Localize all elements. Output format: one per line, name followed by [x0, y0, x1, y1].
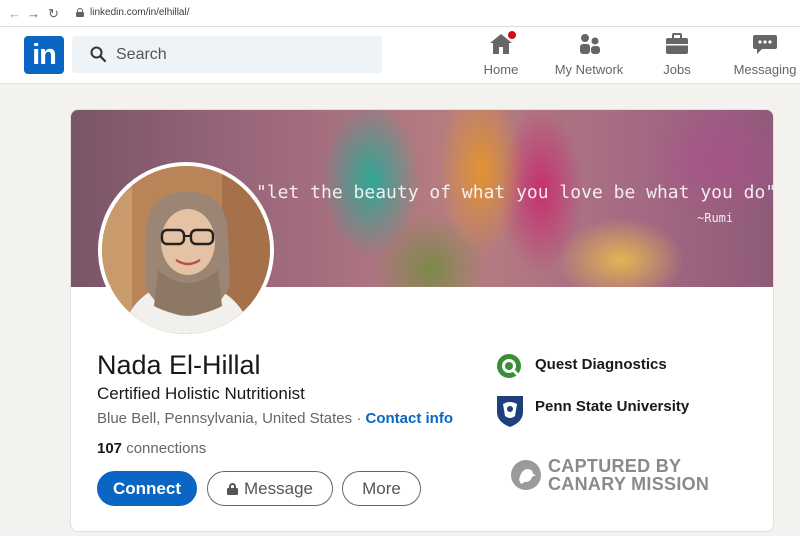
profile-name: Nada El-Hillal — [97, 350, 261, 380]
profile-headline: Certified Holistic Nutritionist — [97, 384, 305, 403]
company-name: Quest Diagnostics — [535, 356, 667, 373]
nav-home[interactable]: Home — [456, 29, 546, 77]
nav-jobs[interactable]: Jobs — [632, 32, 722, 77]
canary-mission-watermark: CAPTURED BY CANARY MISSION — [511, 455, 721, 497]
education-school[interactable]: Penn State University — [495, 394, 689, 432]
back-arrow-icon[interactable]: ← — [8, 6, 21, 21]
message-button-label: Message — [244, 479, 313, 498]
browser-toolbar: ← → ↻ linkedin.com/in/elhillal/ — [0, 0, 800, 27]
connections-count[interactable]: 107 connections — [97, 440, 206, 457]
profile-location-line: Blue Bell, Pennsylvania, United States ·… — [97, 410, 453, 427]
connections-label: connections — [122, 440, 207, 457]
notification-badge — [506, 29, 518, 41]
search-input[interactable]: Search — [72, 36, 382, 73]
briefcase-icon — [664, 32, 690, 56]
quest-diagnostics-logo-icon — [497, 354, 521, 378]
nav-messaging-label: Messaging — [733, 62, 797, 77]
watermark-line-1: CAPTURED BY — [548, 456, 682, 476]
profile-location: Blue Bell, Pennsylvania, United States — [97, 410, 353, 427]
reload-icon[interactable]: ↻ — [48, 6, 59, 22]
more-button[interactable]: More — [342, 471, 421, 506]
profile-card: "let the beauty of what you love be what… — [70, 109, 774, 532]
nav-my-network[interactable]: My Network — [544, 32, 634, 77]
watermark-text: CAPTURED BY CANARY MISSION — [548, 457, 709, 493]
search-icon — [90, 46, 106, 62]
nav-home-label: Home — [483, 62, 519, 77]
forward-arrow-icon[interactable]: → — [27, 6, 40, 21]
people-icon — [576, 32, 602, 56]
address-bar[interactable]: linkedin.com/in/elhillal/ — [90, 7, 190, 18]
message-button[interactable]: Message — [207, 471, 333, 506]
lock-icon — [227, 483, 238, 495]
current-company[interactable]: Quest Diagnostics — [495, 352, 667, 384]
banner-attribution: ~Rumi — [697, 211, 734, 225]
search-placeholder: Search — [116, 46, 167, 63]
nav-my-network-label: My Network — [554, 62, 624, 77]
penn-state-shield-icon — [497, 396, 523, 427]
separator-dot: · — [352, 410, 366, 427]
avatar[interactable] — [98, 162, 274, 338]
connections-number: 107 — [97, 440, 123, 457]
school-name: Penn State University — [535, 398, 690, 415]
nav-jobs-label: Jobs — [663, 62, 691, 77]
linkedin-header: in Search Home My Network Jobs Messaging — [0, 27, 800, 84]
connect-button[interactable]: Connect — [97, 471, 197, 506]
chat-bubble-icon — [752, 32, 778, 56]
lock-icon — [76, 8, 84, 17]
canary-logo-icon — [511, 460, 541, 490]
nav-messaging[interactable]: Messaging — [720, 32, 800, 77]
home-icon — [488, 29, 518, 56]
contact-info-link[interactable]: Contact info — [366, 410, 454, 427]
banner-quote: "let the beauty of what you love be what… — [256, 182, 774, 203]
watermark-line-2: CANARY MISSION — [548, 474, 710, 494]
linkedin-logo[interactable]: in — [24, 36, 64, 74]
